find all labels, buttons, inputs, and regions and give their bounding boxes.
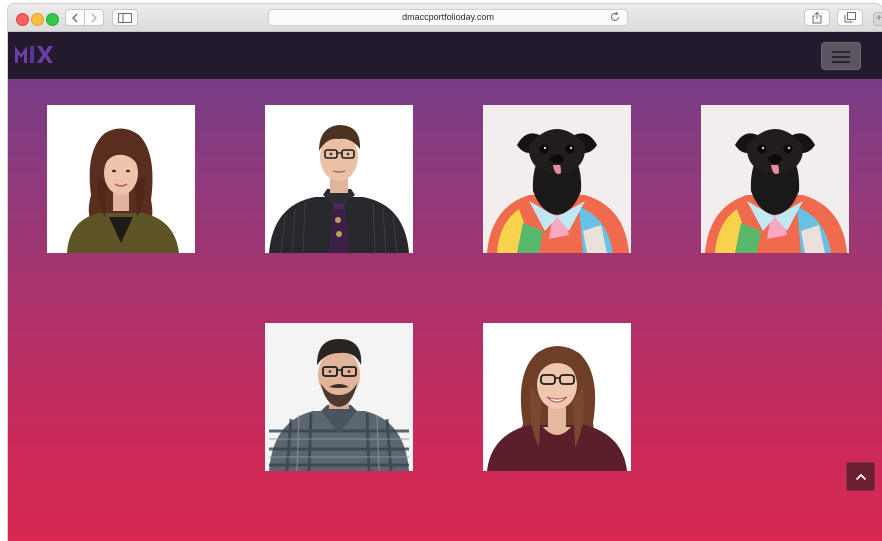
smiling-woman-portrait-image	[483, 323, 631, 471]
web-page	[8, 32, 882, 541]
student-photo-pug-in-shirt[interactable]	[701, 105, 849, 253]
new-tab-button[interactable]: +	[873, 12, 882, 26]
chevron-left-icon	[72, 13, 78, 22]
hamburger-icon-line	[832, 56, 850, 58]
show-sidebar-button[interactable]	[112, 9, 138, 26]
scroll-to-top-button[interactable]	[846, 462, 875, 491]
student-photo-man-glasses-tie[interactable]	[265, 105, 413, 253]
site-navbar	[8, 32, 882, 79]
show-tabs-button[interactable]	[837, 9, 863, 26]
student-photo-pug-in-shirt[interactable]	[483, 105, 631, 253]
reload-icon[interactable]	[609, 11, 621, 23]
address-url: dmaccportfolioday.com	[402, 12, 494, 22]
minimize-window-button[interactable]	[31, 13, 44, 26]
menu-toggle-button[interactable]	[821, 42, 861, 70]
man-portrait-image	[265, 105, 413, 253]
student-photo-man-beard-plaid[interactable]	[265, 323, 413, 471]
student-photo-woman-glasses-smiling[interactable]	[483, 323, 631, 471]
address-bar[interactable]: dmaccportfolioday.com	[268, 9, 628, 26]
browser-window: dmaccportfolioday.com +	[8, 4, 882, 541]
browser-toolbar: dmaccportfolioday.com +	[8, 4, 882, 32]
share-button[interactable]	[804, 9, 830, 26]
pug-portrait-image	[701, 105, 849, 253]
woman-portrait-image	[47, 105, 195, 253]
portfolio-grid	[8, 79, 882, 541]
chevron-right-icon	[91, 13, 97, 22]
back-button[interactable]	[65, 9, 85, 26]
pug-portrait-image	[483, 105, 631, 253]
sidebar-icon	[118, 12, 132, 23]
close-window-button[interactable]	[16, 13, 29, 26]
chevron-up-icon	[855, 473, 866, 480]
hamburger-icon-line	[832, 61, 850, 63]
share-icon	[812, 11, 822, 23]
bearded-man-portrait-image	[265, 323, 413, 471]
student-photo-woman-brown-hair[interactable]	[47, 105, 195, 253]
zoom-window-button[interactable]	[46, 13, 59, 26]
mix-logo[interactable]	[14, 43, 56, 65]
forward-button[interactable]	[84, 9, 104, 26]
tabs-icon	[844, 12, 856, 23]
hamburger-icon-line	[832, 51, 850, 53]
